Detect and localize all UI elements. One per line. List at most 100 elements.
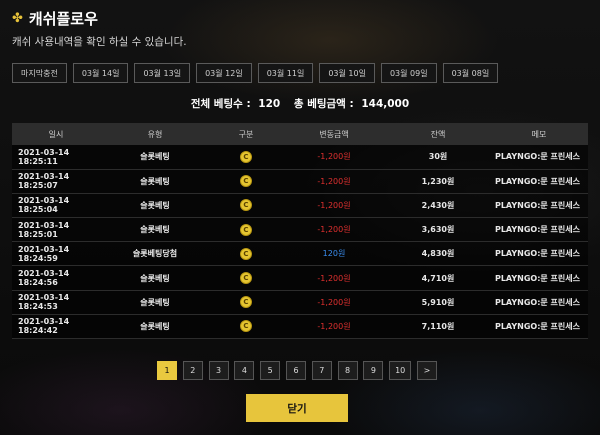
history-table: 일시 유형 구분 변동금액 잔액 메모 2021-03-14 18:25:11 슬… [12, 123, 588, 339]
cashflow-modal: ✤ 캐쉬플로우 캐쉬 사용내역을 확인 하실 수 있습니다. 마지막충전 03월… [0, 0, 600, 435]
pagination: 1 2 3 4 5 6 7 8 9 10 > [157, 361, 443, 380]
total-bets-value: 120 [258, 98, 281, 110]
col-category: 구분 [238, 129, 254, 139]
cell-change: -1,200원 [317, 176, 351, 186]
table-row: 2021-03-14 18:25:01 슬롯베팅 C -1,200원 3,630원 PLA… [12, 217, 588, 242]
coin-icon: C [240, 150, 252, 163]
coin-icon: C [240, 296, 252, 309]
modal-header: ✤ 캐쉬플로우 캐쉬 사용내역을 확인 하실 수 있습니다. [12, 6, 187, 49]
bet-summary: 전체 베팅수 : 120 총 베팅금액 : 144,000 [0, 96, 600, 111]
tab-date[interactable]: 03월 08일 [442, 63, 499, 83]
cell-datetime: 2021-03-14 18:25:04 [18, 196, 70, 215]
cell-type: 슬롯베팅 [140, 297, 170, 307]
tab-date[interactable]: 03월 14일 [72, 63, 129, 83]
coin-icon: C [240, 175, 252, 188]
cell-memo: PLAYNGO:문 프린세스 [494, 249, 580, 259]
page-button[interactable]: 3 [208, 361, 229, 380]
coin-icon: C [240, 247, 252, 260]
total-bets-label: 전체 베팅수 : [190, 98, 251, 110]
cell-balance: 4,710원 [421, 273, 455, 283]
coin-icon: C [240, 199, 252, 212]
cell-change: -1,200원 [317, 200, 351, 210]
cell-balance: 7,110원 [421, 321, 455, 331]
close-button[interactable]: 닫기 [246, 394, 348, 422]
history-table-wrap: 일시 유형 구분 변동금액 잔액 메모 2021-03-14 18:25:11 슬… [12, 123, 588, 339]
cell-category: C [210, 145, 282, 169]
cell-type: 슬롯베팅 [140, 225, 170, 235]
total-amount-label: 총 베팅금액 : [293, 98, 354, 110]
cell-category: C [210, 193, 282, 217]
page-button[interactable]: 8 [337, 361, 358, 380]
table-row: 2021-03-14 18:24:42 슬롯베팅 C -1,200원 7,110원 PLA… [12, 314, 588, 339]
cell-datetime: 2021-03-14 18:25:07 [18, 172, 70, 191]
tab-date[interactable]: 03월 13일 [134, 63, 191, 83]
cell-change: -1,200원 [317, 225, 351, 235]
cell-change: -1,200원 [317, 273, 351, 283]
cell-datetime: 2021-03-14 18:25:01 [18, 220, 70, 239]
page-button[interactable]: 9 [363, 361, 384, 380]
tab-date[interactable]: 03월 10일 [319, 63, 375, 83]
cell-type: 슬롯베팅당첨 [132, 249, 178, 259]
cell-datetime: 2021-03-14 18:24:53 [18, 293, 70, 312]
cell-category: C [210, 266, 282, 290]
cell-datetime: 2021-03-14 18:25:11 [18, 147, 70, 166]
cell-balance: 30원 [428, 152, 448, 162]
cell-memo: PLAYNGO:문 프린세스 [494, 152, 580, 162]
cell-memo: PLAYNGO:문 프린세스 [494, 225, 580, 235]
cell-memo: PLAYNGO:문 프린세스 [494, 273, 580, 283]
cell-category: C [210, 169, 282, 193]
page-title: 캐쉬플로우 [28, 9, 98, 28]
cell-datetime: 2021-03-14 18:24:59 [18, 244, 70, 263]
table-row: 2021-03-14 18:25:04 슬롯베팅 C -1,200원 2,430원 PLA… [12, 193, 588, 218]
tab-date[interactable]: 03월 09일 [380, 63, 437, 83]
cell-datetime: 2021-03-14 18:24:42 [18, 317, 70, 336]
table-header: 일시 유형 구분 변동금액 잔액 메모 [12, 123, 588, 145]
cell-change: -1,200원 [317, 152, 351, 162]
tab-date[interactable]: 03월 11일 [257, 63, 314, 83]
next-page-button[interactable]: > [416, 361, 437, 380]
cell-balance: 1,230원 [421, 176, 455, 186]
date-tabs: 마지막충전 03월 14일 03월 13일 03월 12일 03월 11일 03… [12, 63, 504, 83]
coin-icon: C [240, 320, 252, 333]
cell-type: 슬롯베팅 [140, 176, 170, 186]
cell-category: C [210, 218, 282, 242]
page-button[interactable]: 7 [311, 361, 332, 380]
tab-last-charge[interactable]: 마지막충전 [12, 63, 67, 83]
cell-type: 슬롯베팅 [140, 321, 170, 331]
col-balance: 잔액 [430, 129, 446, 139]
cell-type: 슬롯베팅 [140, 200, 170, 210]
page-subtitle: 캐쉬 사용내역을 확인 하실 수 있습니다. [12, 36, 187, 48]
cell-type: 슬롯베팅 [140, 273, 170, 283]
tab-date[interactable]: 03월 12일 [196, 63, 252, 83]
page-button[interactable]: 4 [234, 361, 255, 380]
cell-memo: PLAYNGO:문 프린세스 [494, 176, 580, 186]
coin-icon: C [240, 223, 252, 236]
table-body: 2021-03-14 18:25:11 슬롯베팅 C -1,200원 30원 PLAYNG… [12, 145, 588, 339]
cell-balance: 3,630원 [421, 225, 455, 235]
total-amount-value: 144,000 [361, 98, 410, 110]
coin-icon: C [240, 272, 252, 285]
col-memo: 메모 [531, 129, 547, 139]
cell-memo: PLAYNGO:문 프린세스 [494, 200, 580, 210]
cell-category: C [210, 314, 282, 338]
table-row: 2021-03-14 18:25:07 슬롯베팅 C -1,200원 1,230원 PLA… [12, 169, 588, 194]
page-button[interactable]: 1 [157, 361, 177, 380]
page-button[interactable]: 10 [389, 361, 412, 380]
cell-change: 120원 [322, 249, 346, 259]
cell-type: 슬롯베팅 [140, 152, 170, 162]
col-datetime: 일시 [48, 129, 64, 139]
col-type: 유형 [147, 129, 163, 139]
page-button[interactable]: 5 [260, 361, 281, 380]
cell-change: -1,200원 [317, 321, 351, 331]
page-button[interactable]: 2 [182, 361, 203, 380]
cell-category: C [210, 290, 282, 314]
table-row: 2021-03-14 18:24:53 슬롯베팅 C -1,200원 5,910원 PLA… [12, 290, 588, 315]
table-row: 2021-03-14 18:25:11 슬롯베팅 C -1,200원 30원 PLAYNG… [12, 145, 588, 170]
cell-datetime: 2021-03-14 18:24:56 [18, 269, 70, 288]
cell-balance: 5,910원 [421, 297, 455, 307]
table-row: 2021-03-14 18:24:56 슬롯베팅 C -1,200원 4,710원 PLA… [12, 265, 588, 291]
col-change: 변동금액 [319, 129, 349, 139]
table-row: 2021-03-14 18:24:59 슬롯베팅당첨 C 120원 4,830원 PLAY… [12, 241, 588, 266]
page-button[interactable]: 6 [285, 361, 306, 380]
cell-change: -1,200원 [317, 297, 351, 307]
